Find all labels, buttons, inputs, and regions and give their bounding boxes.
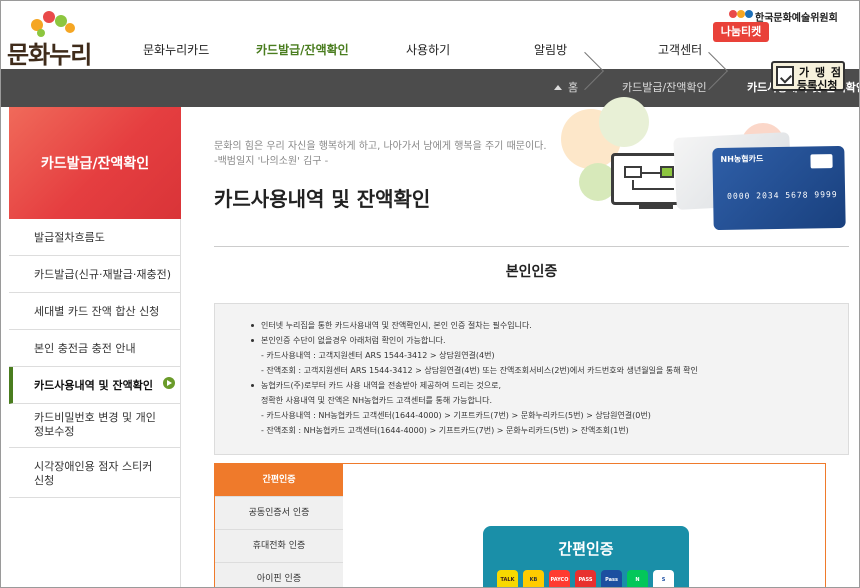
notice-item: - 잔액조회 : NH농협카드 고객센터(1644-4000) > 기프트카드(… <box>261 426 629 435</box>
section-divider <box>214 246 849 247</box>
notice-item: - 카드사용내역 : 고객지원센터 ARS 1544-3412 > 상담원연결(… <box>261 351 495 360</box>
sidebar: 카드발급/잔액확인 발급절차흐름도 카드발급(신규·재발급·재충전) 세대별 카… <box>9 107 181 587</box>
home-icon <box>554 85 562 90</box>
hero-quote: 문화의 힘은 우리 자신을 행복하게 하고, 나아가서 남에게 행복을 주기 때… <box>214 139 547 169</box>
notice-item: 인터넷 누리집을 통한 카드사용내역 및 잔액확인시, 본인 인증 절차는 필수… <box>251 318 698 333</box>
breadcrumb-separator-icon <box>577 69 597 107</box>
sidebar-item-issue-flow[interactable]: 발급절차흐름도 <box>9 219 181 256</box>
hero-banner: NH농협카드 0000 2034 5678 9999 문화의 힘은 우리 자신을… <box>181 97 859 235</box>
arrow-right-icon <box>163 377 175 389</box>
sidebar-item-label: 본인 충전금 충전 안내 <box>34 342 136 355</box>
logo-text: 문화누리 <box>7 41 92 69</box>
sidebar-item-label: 카드사용내역 및 잔액확인 <box>34 379 153 392</box>
breadcrumb-bar: 홈 카드발급/잔액확인 카드사용내역 및 잔액확인 <box>1 69 859 107</box>
sidebar-header: 카드발급/잔액확인 <box>9 107 181 219</box>
page-title: 카드사용내역 및 잔액확인 <box>214 187 431 211</box>
sidebar-item-label: 세대별 카드 잔액 합산 신청 <box>34 305 160 318</box>
gnb-item-notice[interactable]: 알림방 <box>534 41 567 58</box>
main-nav: 문화누리카드 카드발급/잔액확인 사용하기 알림방 고객센터 <box>111 41 731 61</box>
sidebar-item-recharge[interactable]: 본인 충전금 충전 안내 <box>9 330 181 367</box>
nanum-ticket-logo[interactable]: 나눔티켓 <box>713 22 769 42</box>
tab-certificate-auth[interactable]: 공동인증서 인증 <box>215 497 343 530</box>
auth-app-icon-payco[interactable]: PAYCO <box>549 570 570 587</box>
checklist-icon <box>776 66 794 86</box>
auth-app-icon-pass[interactable]: Pass <box>601 570 622 587</box>
tab-phone-auth[interactable]: 휴대전화 인증 <box>215 530 343 563</box>
site-header: 문화누리 문화누리카드 카드발급/잔액확인 사용하기 알림방 고객센터 한국문화… <box>1 1 859 69</box>
sidebar-item-household-sum[interactable]: 세대별 카드 잔액 합산 신청 <box>9 293 181 330</box>
quote-line: 문화의 힘은 우리 자신을 행복하게 하고, 나아가서 남에게 행복을 주기 때… <box>214 141 547 152</box>
arts-council-dots-icon <box>729 10 755 20</box>
auth-tabs-area: 간편인증 공동인증서 인증 휴대전화 인증 아이핀 인증 간편인증 TALK KB… <box>214 463 826 587</box>
logo[interactable]: 문화누리 <box>7 9 97 69</box>
card-number: 0000 2034 5678 9999 <box>727 189 838 201</box>
main-content: NH농협카드 0000 2034 5678 9999 문화의 힘은 우리 자신을… <box>181 97 859 587</box>
logo-dots-icon <box>25 9 85 37</box>
auth-app-icon-pass[interactable]: PASS <box>575 570 596 587</box>
notice-item: 본인인증 수단이 없을경우 아래처럼 확인이 가능합니다. <box>251 333 698 348</box>
notice-item: 농협카드(주)로부터 카드 사용 내역을 전송받아 제공하여 드리는 것으로, <box>251 378 698 393</box>
quote-author: -백범일지 '나의소원' 김구 - <box>214 156 329 167</box>
sidebar-item-label: 발급절차흐름도 <box>34 231 105 244</box>
sidebar-item-label: 정보수정 <box>34 425 75 438</box>
franchise-label-line2: 등록신청 <box>797 79 838 92</box>
notice-list: 인터넷 누리집을 통한 카드사용내역 및 잔액확인시, 본인 인증 절차는 필수… <box>251 318 698 438</box>
sidebar-item-password-change[interactable]: 카드비밀번호 변경 및 개인 정보수정 <box>9 404 181 448</box>
easy-auth-panel[interactable]: 간편인증 TALK KB PAYCO PASS Pass N S <box>483 526 689 587</box>
arts-council-logo[interactable]: 한국문화예술위원회 나눔티켓 <box>713 9 853 43</box>
card-image-front: NH농협카드 0000 2034 5678 9999 <box>712 145 846 231</box>
notice-item: - 카드사용내역 : NH농협카드 고객센터(1644-4000) > 기프트카… <box>261 411 651 420</box>
sidebar-item-label: 시각장애인용 점자 스티커 <box>34 460 153 473</box>
easy-auth-title: 간편인증 <box>558 540 614 558</box>
sidebar-item-label: 카드비밀번호 변경 및 개인 <box>34 411 156 424</box>
notice-item: - 잔액조회 : 고객지원센터 ARS 1544-3412 > 상담원연결(4번… <box>261 366 698 375</box>
breadcrumb-separator-icon <box>701 69 721 107</box>
tab-easy-auth[interactable]: 간편인증 <box>215 464 343 497</box>
gnb-item-usage[interactable]: 사용하기 <box>406 41 450 58</box>
auth-app-icon-n[interactable]: N <box>627 570 648 587</box>
auth-heading: 본인인증 <box>505 264 558 280</box>
tab-ipin-auth[interactable]: 아이핀 인증 <box>215 563 343 587</box>
notice-item: 정확한 사용내역 및 잔액은 NH농협카드 고객센터를 통해 가능합니다. <box>261 396 493 405</box>
auth-app-icon-talk[interactable]: TALK <box>497 570 518 587</box>
notice-box: 인터넷 누리집을 통한 카드사용내역 및 잔액확인시, 본인 인증 절차는 필수… <box>214 303 849 455</box>
sidebar-item-card-issue[interactable]: 카드발급(신규·재발급·재충전) <box>9 256 181 293</box>
card-chip-icon <box>810 154 833 169</box>
sidebar-item-label: 신청 <box>34 474 55 487</box>
sidebar-item-label: 카드발급(신규·재발급·재충전) <box>34 268 172 281</box>
auth-app-icon-s[interactable]: S <box>653 570 674 587</box>
sidebar-title: 카드발급/잔액확인 <box>40 156 150 172</box>
franchise-register-badge[interactable]: 가 맹 점 등록신청 <box>771 61 845 92</box>
card-brand-label: NH농협카드 <box>720 154 764 165</box>
sidebar-item-usage-balance[interactable]: 카드사용내역 및 잔액확인 <box>9 367 181 404</box>
auth-app-icon-kb[interactable]: KB <box>523 570 544 587</box>
page-frame: 문화누리 문화누리카드 카드발급/잔액확인 사용하기 알림방 고객센터 한국문화… <box>0 0 860 588</box>
gnb-item-customer-center[interactable]: 고객센터 <box>658 41 702 58</box>
gnb-item-card-issue[interactable]: 카드발급/잔액확인 <box>256 41 349 58</box>
gnb-item-culture-card[interactable]: 문화누리카드 <box>143 41 209 58</box>
sidebar-item-braille-sticker[interactable]: 시각장애인용 점자 스티커 신청 <box>9 448 181 498</box>
terminal-stand <box>639 205 673 209</box>
